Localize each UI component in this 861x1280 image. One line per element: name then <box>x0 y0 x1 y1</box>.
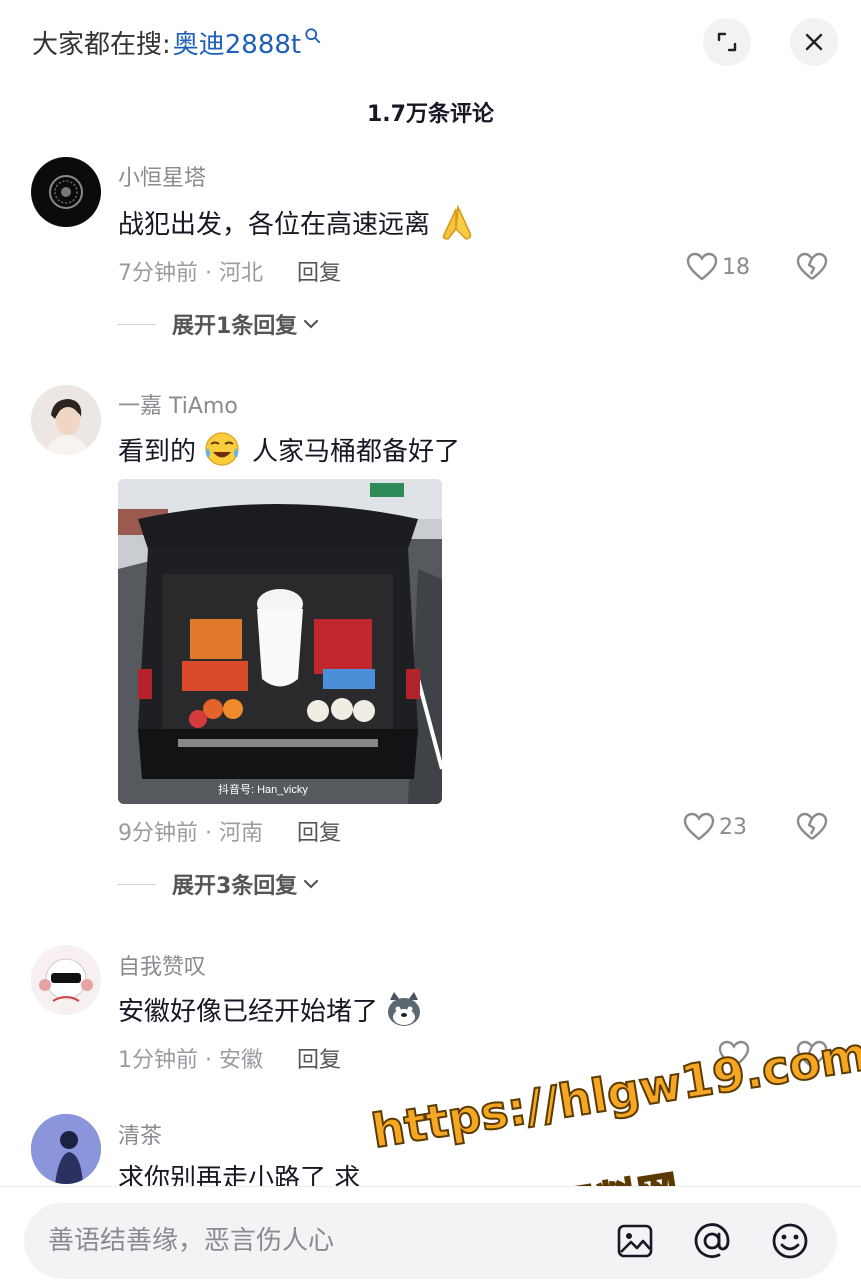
top-bar: 大家都在搜: 奥迪2888t <box>0 0 861 84</box>
search-hint-keyword[interactable]: 奥迪2888t <box>173 24 301 61</box>
comment-text-content: 安徽好像已经开始堵了 <box>118 996 379 1027</box>
time-location: 1分钟前 · 安徽 <box>118 1048 263 1073</box>
chevron-down-icon <box>304 319 319 329</box>
like-count: 18 <box>722 254 750 280</box>
comment-count: 1.7万条评论 <box>367 102 494 127</box>
comment-meta: 9分钟前 · 河南 回复 <box>118 815 341 847</box>
mention-button[interactable] <box>691 1220 733 1262</box>
heart-icon <box>686 252 718 281</box>
time-location: 7分钟前 · 河北 <box>118 261 263 286</box>
search-icon <box>305 27 321 43</box>
username[interactable]: 清茶 <box>118 1118 162 1150</box>
comment-text-content-2: 人家马桶都备好了 <box>252 436 461 467</box>
car-trunk-photo-icon: 抖音号: Han_vicky <box>118 479 442 804</box>
comment-text-content: 看到的 <box>118 436 197 467</box>
username[interactable]: 自我赞叹 <box>118 949 206 981</box>
username[interactable]: 一嘉 TiAmo <box>118 388 238 420</box>
crying-laughing-icon <box>205 432 239 466</box>
reply-button[interactable]: 回复 <box>297 255 341 287</box>
chevron-down-icon <box>304 879 319 889</box>
avatar-person-icon <box>31 1114 101 1184</box>
reply-button[interactable]: 回复 <box>297 815 341 847</box>
heart-icon <box>683 812 715 841</box>
broken-heart-icon <box>796 252 828 280</box>
close-button[interactable] <box>790 18 838 66</box>
comment-meta: 7分钟前 · 河北 回复 <box>118 255 341 287</box>
comment-text: 战犯出发，各位在高速远离 <box>118 204 476 241</box>
avatar[interactable] <box>31 945 101 1015</box>
avatar-cartoon-icon <box>31 945 101 1015</box>
comment-image[interactable]: 抖音号: Han_vicky <box>118 479 442 804</box>
image-button[interactable] <box>614 1220 656 1262</box>
avatar[interactable] <box>31 385 101 455</box>
husky-icon <box>388 992 421 1026</box>
comment-text-content: 战犯出发，各位在高速远离 <box>118 210 431 240</box>
comment-text: 看到的 人家马桶都备好了 <box>118 430 460 468</box>
expand-replies-label: 展开1条回复 <box>172 314 298 339</box>
watermark-url: https://hlgw19.com <box>367 1026 861 1160</box>
comment-input[interactable] <box>48 1203 588 1279</box>
like-button[interactable]: 18 <box>686 252 750 282</box>
comment-meta: 1分钟前 · 安徽 回复 <box>118 1042 341 1074</box>
dislike-button[interactable] <box>795 1040 829 1074</box>
heart-icon <box>718 1040 750 1069</box>
dislike-button[interactable] <box>795 812 829 846</box>
dislike-button[interactable] <box>795 252 829 286</box>
image-watermark: 抖音号: Han_vicky <box>218 782 308 796</box>
pray-hands-icon <box>442 204 472 240</box>
expand-replies-button[interactable]: 展开3条回复 <box>118 868 319 900</box>
trending-search-hint[interactable]: 大家都在搜: 奥迪2888t <box>32 24 322 61</box>
expand-replies-button[interactable]: 展开1条回复 <box>118 308 319 340</box>
avatar[interactable] <box>31 157 101 227</box>
image-icon <box>617 1224 653 1258</box>
like-count: 23 <box>719 814 747 840</box>
like-button[interactable]: 23 <box>683 812 747 842</box>
avatar-person-icon <box>31 385 101 455</box>
like-button[interactable] <box>718 1040 754 1070</box>
expand-replies-label: 展开3条回复 <box>172 874 298 899</box>
emoji-button[interactable] <box>769 1220 811 1262</box>
divider <box>118 323 156 325</box>
close-icon <box>805 33 823 51</box>
comment-input-container[interactable] <box>24 1203 837 1279</box>
fullscreen-button[interactable] <box>703 18 751 66</box>
divider <box>118 883 156 885</box>
time-location: 9分钟前 · 河南 <box>118 821 263 846</box>
broken-heart-icon <box>796 1040 828 1068</box>
avatar[interactable] <box>31 1114 101 1184</box>
avatar-pattern-icon <box>49 175 83 209</box>
comment-text: 安徽好像已经开始堵了 <box>118 990 424 1028</box>
expand-icon <box>717 32 737 52</box>
username[interactable]: 小恒星塔 <box>118 160 206 192</box>
at-sign-icon <box>694 1223 730 1258</box>
comment-input-bar <box>0 1186 861 1280</box>
smiley-icon <box>772 1223 808 1259</box>
broken-heart-icon <box>796 812 828 840</box>
reply-button[interactable]: 回复 <box>297 1042 341 1074</box>
search-hint-prefix: 大家都在搜: <box>32 30 171 60</box>
